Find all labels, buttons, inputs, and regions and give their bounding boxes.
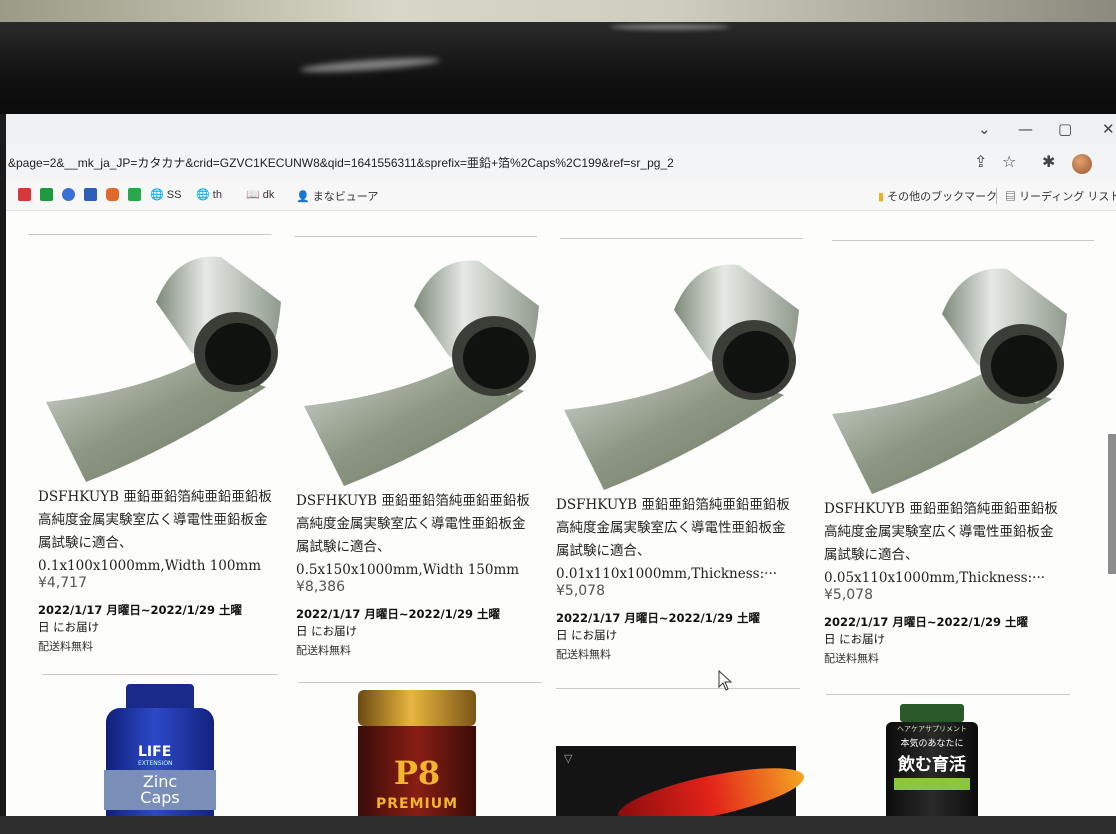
address-bar[interactable]: &page=2&__mk_ja_JP=カタカナ&crid=GZVC1KECUNW…	[6, 144, 1116, 181]
close-icon[interactable]: ✕	[1102, 120, 1115, 138]
product-name-label: Zinc Caps	[104, 770, 216, 810]
extensions-icon[interactable]: ✱	[1042, 152, 1055, 171]
maximize-icon[interactable]: ▢	[1058, 120, 1072, 138]
book-icon: 📖	[246, 189, 263, 201]
delivery-date: 2022/1/17 月曜日~2022/1/29 土曜 日 にお届け	[556, 611, 760, 642]
product-card[interactable]: DSFHKUYB 亜鉛亜鉛箔純亜鉛亜鉛板 高純度金属実験室広く導電性亜鉛板金 属…	[556, 238, 826, 708]
monitor-bottom-edge	[0, 816, 1116, 834]
other-bookmarks[interactable]: ▮ その他のブックマーク	[878, 188, 997, 204]
star-icon[interactable]: ☆	[1002, 152, 1016, 171]
url-text[interactable]: &page=2&__mk_ja_JP=カタカナ&crid=GZVC1KECUNW…	[8, 154, 674, 171]
sheets-icon[interactable]	[40, 188, 53, 201]
supplement-tagline: 本気のあなたに	[900, 739, 964, 749]
product-title[interactable]: DSFHKUYB 亜鉛亜鉛箔純亜鉛亜鉛板 高純度金属実験室広く導電性亜鉛板金 属…	[296, 490, 556, 582]
product-sub-label: PREMIUM	[375, 796, 459, 812]
product-image[interactable]	[46, 242, 286, 482]
product-price: ¥4,717	[38, 575, 87, 591]
divider	[826, 694, 1070, 695]
person-icon: 👤	[296, 191, 313, 203]
bottle-cap	[900, 704, 964, 722]
divider	[832, 240, 1094, 241]
shipping-info: 配送料無料	[296, 644, 351, 657]
folder-icon: ▮	[878, 191, 888, 203]
minimize-icon[interactable]: —	[1018, 120, 1033, 138]
bookmark-th[interactable]: 🌐 th	[196, 188, 222, 201]
product-image-p8-premium[interactable]: P8 PREMIUM	[358, 690, 476, 820]
product-image-supplement[interactable]: ヘアケアサプリメント 本気のあなたに 飲む育活	[882, 704, 982, 820]
bottle-cap	[358, 690, 476, 726]
browser-window: ⌄ — ▢ ✕ &page=2&__mk_ja_JP=カタカナ&crid=GZV…	[6, 114, 1116, 820]
scrollbar-thumb[interactable]	[1108, 434, 1116, 574]
bookmarks-bar: 🌐 SS 🌐 th 📖 dk 👤 まなビューア ▮ その他のブックマーク ▤ リ…	[6, 180, 1116, 211]
ceiling-light-reflection	[610, 24, 730, 30]
product-logo: P8	[393, 754, 441, 792]
bookmark-ss[interactable]: 🌐 SS	[150, 188, 181, 201]
profile-avatar[interactable]	[1072, 154, 1092, 174]
product-price: ¥8,386	[296, 579, 345, 595]
product-title[interactable]: DSFHKUYB 亜鉛亜鉛箔純亜鉛亜鉛板 高純度金属実験室広く導電性亜鉛板金 属…	[556, 494, 816, 586]
shipping-info: 配送料無料	[824, 652, 879, 665]
reading-list[interactable]: ▤ リーディング リスト	[996, 188, 1116, 204]
product-title[interactable]: DSFHKUYB 亜鉛亜鉛箔純亜鉛亜鉛板 高純度金属実験室広く導電性亜鉛板金 属…	[38, 486, 298, 578]
delivery-date: 2022/1/17 月曜日~2022/1/29 土曜 日 にお届け	[38, 603, 242, 634]
product-card[interactable]: DSFHKUYB 亜鉛亜鉛箔純亜鉛亜鉛板 高純度金属実験室広く導電性亜鉛板金 属…	[38, 230, 308, 700]
shipping-info: 配送料無料	[556, 648, 611, 661]
product-card[interactable]: DSFHKUYB 亜鉛亜鉛箔純亜鉛亜鉛板 高純度金属実験室広く導電性亜鉛板金 属…	[824, 242, 1094, 712]
divider	[42, 674, 278, 675]
bookmark-manaviewer[interactable]: 👤 まなビューア	[296, 188, 378, 204]
delivery-date: 2022/1/17 月曜日~2022/1/29 土曜 日 にお届け	[296, 607, 500, 638]
people-icon[interactable]	[62, 188, 75, 201]
brand-mark-icon: ▽	[564, 752, 573, 765]
calendar-icon[interactable]	[84, 188, 97, 201]
product-image[interactable]	[832, 254, 1072, 494]
shipping-info: 配送料無料	[38, 640, 93, 653]
supplement-top-label: ヘアケアサプリメント	[897, 725, 967, 733]
bookmark-dk[interactable]: 📖 dk	[246, 188, 274, 201]
divider	[556, 688, 800, 689]
brand-label: LIFE	[138, 744, 172, 760]
reading-list-icon: ▤	[1005, 191, 1020, 203]
share-icon[interactable]: ⇪	[974, 152, 987, 171]
app-icon[interactable]	[106, 188, 119, 201]
product-image-box[interactable]: ▽	[556, 746, 809, 820]
title-bar: ⌄ — ▢ ✕	[6, 114, 1116, 144]
chevron-down-icon[interactable]: ⌄	[978, 120, 991, 138]
delivery-date: 2022/1/17 月曜日~2022/1/29 土曜 日 にお届け	[824, 615, 1028, 646]
globe-icon: 🌐	[196, 189, 213, 201]
product-title[interactable]: DSFHKUYB 亜鉛亜鉛箔純亜鉛亜鉛板 高純度金属実験室広く導電性亜鉛板金 属…	[824, 498, 1084, 590]
product-image-zinc-caps[interactable]: LIFE EXTENSION Zinc Caps	[104, 684, 216, 820]
supplement-name: 飲む育活	[898, 755, 966, 775]
dictionary-icon[interactable]	[128, 188, 141, 201]
mouse-cursor-icon	[718, 670, 733, 691]
green-band	[894, 778, 970, 790]
product-price: ¥5,078	[824, 587, 873, 603]
product-image[interactable]	[564, 250, 804, 490]
product-card[interactable]: DSFHKUYB 亜鉛亜鉛箔純亜鉛亜鉛板 高純度金属実験室広く導電性亜鉛板金 属…	[296, 234, 566, 704]
gmail-icon[interactable]	[18, 188, 31, 201]
brand-sub-label: EXTENSION	[138, 760, 173, 767]
product-image[interactable]	[304, 246, 544, 486]
divider	[298, 682, 542, 683]
product-price: ¥5,078	[556, 583, 605, 599]
decorative-swoosh	[613, 756, 809, 820]
monitor-bezel	[0, 22, 1116, 114]
bottle-cap	[126, 684, 194, 708]
globe-icon: 🌐	[150, 189, 167, 201]
